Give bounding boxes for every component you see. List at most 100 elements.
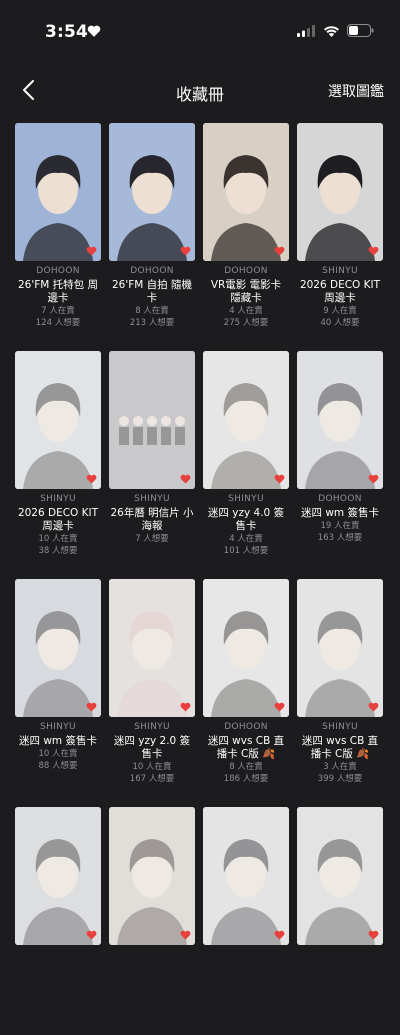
card-sellers-count: 10 人在賣 [132, 762, 172, 772]
photocard-item[interactable] [203, 807, 289, 1035]
heart-icon[interactable] [274, 474, 285, 484]
card-title: 26年曆 明信片 小海報 [110, 507, 194, 532]
heart-icon[interactable] [368, 702, 379, 712]
photocard-item[interactable]: SHINYU 迷四 wm 簽售卡 10 人在賣 88 人想要 [15, 579, 101, 807]
card-wants-count: 275 人想要 [223, 318, 269, 328]
card-member: DOHOON [36, 266, 80, 276]
heart-icon[interactable] [86, 702, 97, 712]
heart-icon[interactable] [86, 930, 97, 940]
card-wants-count: 101 人想要 [223, 546, 269, 556]
card-wants-count: 40 人想要 [320, 318, 360, 328]
card-wants-count: 213 人想要 [129, 318, 175, 328]
photocard-image [109, 579, 195, 717]
card-member: SHINYU [322, 266, 358, 276]
card-sellers-count: 8 人在賣 [135, 306, 169, 316]
card-sellers-count: 8 人在賣 [229, 762, 263, 772]
card-member: DOHOON [224, 266, 268, 276]
card-title: 2026 DECO KIT 周邊卡 [299, 279, 381, 304]
card-title: 迷四 wvs CB 直播卡 C版 🍂 [207, 735, 285, 760]
photocard-item[interactable] [297, 807, 383, 1035]
card-member: DOHOON [224, 722, 268, 732]
photocard-image [15, 579, 101, 717]
select-collection-button[interactable]: 選取圖鑑 [328, 81, 384, 101]
heart-icon[interactable] [368, 246, 379, 256]
photocard-image [297, 351, 383, 489]
photocard-item[interactable]: SHINYU 2026 DECO KIT 周邊卡 9 人在賣 40 人想要 [297, 123, 383, 351]
photocard-item[interactable]: DOHOON 迷四 wm 簽售卡 19 人在賣 163 人想要 [297, 351, 383, 579]
heart-icon[interactable] [368, 474, 379, 484]
card-title: 26'FM 托特包 周邊卡 [17, 279, 99, 304]
photocard-item[interactable] [109, 807, 195, 1035]
card-title: 迷四 yzy 4.0 簽售卡 [207, 507, 285, 532]
card-sellers-count: 10 人在賣 [38, 534, 78, 544]
photocard-image [203, 807, 289, 945]
photocard-item[interactable]: SHINYU 迷四 wvs CB 直播卡 C版 🍂 3 人在賣 399 人想要 [297, 579, 383, 807]
card-sellers-count: 9 人在賣 [323, 306, 357, 316]
card-member: SHINYU [40, 722, 76, 732]
photocard-item[interactable]: DOHOON VR電影 電影卡 隱藏卡 4 人在賣 275 人想要 [203, 123, 289, 351]
photocard-image [109, 123, 195, 261]
heart-status-icon [87, 25, 101, 37]
card-title: 26'FM 自拍 隨機卡 [111, 279, 193, 304]
card-member: DOHOON [130, 266, 174, 276]
photocard-image [109, 807, 195, 945]
nav-bar: 收藏冊 選取圖鑑 [0, 62, 400, 118]
photocard-image [15, 123, 101, 261]
card-sellers-count: 3 人在賣 [323, 762, 357, 772]
card-member: SHINYU [40, 494, 76, 504]
photocard-image [297, 579, 383, 717]
status-time: 3:54 [45, 22, 89, 42]
photocard-image [15, 351, 101, 489]
heart-icon[interactable] [180, 930, 191, 940]
card-wants-count: 38 人想要 [38, 546, 78, 556]
card-member: SHINYU [322, 722, 358, 732]
photocard-image [15, 807, 101, 945]
card-wants-count: 88 人想要 [38, 761, 78, 771]
photocard-item[interactable]: DOHOON 迷四 wvs CB 直播卡 C版 🍂 8 人在賣 186 人想要 [203, 579, 289, 807]
photocard-image [297, 123, 383, 261]
card-sellers-count: 10 人在賣 [38, 749, 78, 759]
photocard-item[interactable]: DOHOON 26'FM 托特包 周邊卡 7 人在賣 124 人想要 [15, 123, 101, 351]
status-bar: 3:54 [0, 0, 400, 62]
card-sellers-count: 19 人在賣 [320, 521, 360, 531]
heart-icon[interactable] [274, 702, 285, 712]
heart-icon[interactable] [368, 930, 379, 940]
photocard-item[interactable]: SHINYU 26年曆 明信片 小海報 7 人想要 [109, 351, 195, 579]
heart-icon[interactable] [86, 246, 97, 256]
card-sellers-count: 7 人想要 [135, 534, 169, 544]
card-grid: DOHOON 26'FM 托特包 周邊卡 7 人在賣 124 人想要 DOHOON 26'… [15, 123, 387, 1035]
heart-icon[interactable] [274, 246, 285, 256]
card-member: SHINYU [134, 722, 170, 732]
heart-icon[interactable] [86, 474, 97, 484]
heart-icon[interactable] [180, 702, 191, 712]
card-wants-count: 124 人想要 [35, 318, 81, 328]
photocard-item[interactable] [15, 807, 101, 1035]
card-wants-count: 167 人想要 [129, 774, 175, 784]
card-member: SHINYU [134, 494, 170, 504]
card-wants-count: 163 人想要 [317, 533, 363, 543]
photocard-image [203, 123, 289, 261]
heart-icon[interactable] [180, 474, 191, 484]
photocard-item[interactable]: DOHOON 26'FM 自拍 隨機卡 8 人在賣 213 人想要 [109, 123, 195, 351]
card-sellers-count: 4 人在賣 [229, 534, 263, 544]
photocard-item[interactable]: SHINYU 2026 DECO KIT 周邊卡 10 人在賣 38 人想要 [15, 351, 101, 579]
card-sellers-count: 4 人在賣 [229, 306, 263, 316]
card-wants-count: 399 人想要 [317, 774, 363, 784]
heart-icon[interactable] [274, 930, 285, 940]
card-member: DOHOON [318, 494, 362, 504]
wifi-icon [324, 25, 339, 37]
card-member: SHINYU [228, 494, 264, 504]
card-title: 迷四 wm 簽售卡 [19, 735, 97, 747]
card-title: 2026 DECO KIT 周邊卡 [17, 507, 99, 532]
card-title: 迷四 wm 簽售卡 [301, 507, 379, 519]
heart-icon[interactable] [180, 246, 191, 256]
photocard-item[interactable]: SHINYU 迷四 yzy 2.0 簽售卡 10 人在賣 167 人想要 [109, 579, 195, 807]
photocard-image [203, 579, 289, 717]
photocard-image [109, 351, 195, 489]
photocard-image [297, 807, 383, 945]
photocard-image [203, 351, 289, 489]
card-title: 迷四 yzy 2.0 簽售卡 [113, 735, 191, 760]
photocard-item[interactable]: SHINYU 迷四 yzy 4.0 簽售卡 4 人在賣 101 人想要 [203, 351, 289, 579]
card-title: VR電影 電影卡 隱藏卡 [210, 279, 282, 304]
battery-icon [347, 24, 374, 37]
